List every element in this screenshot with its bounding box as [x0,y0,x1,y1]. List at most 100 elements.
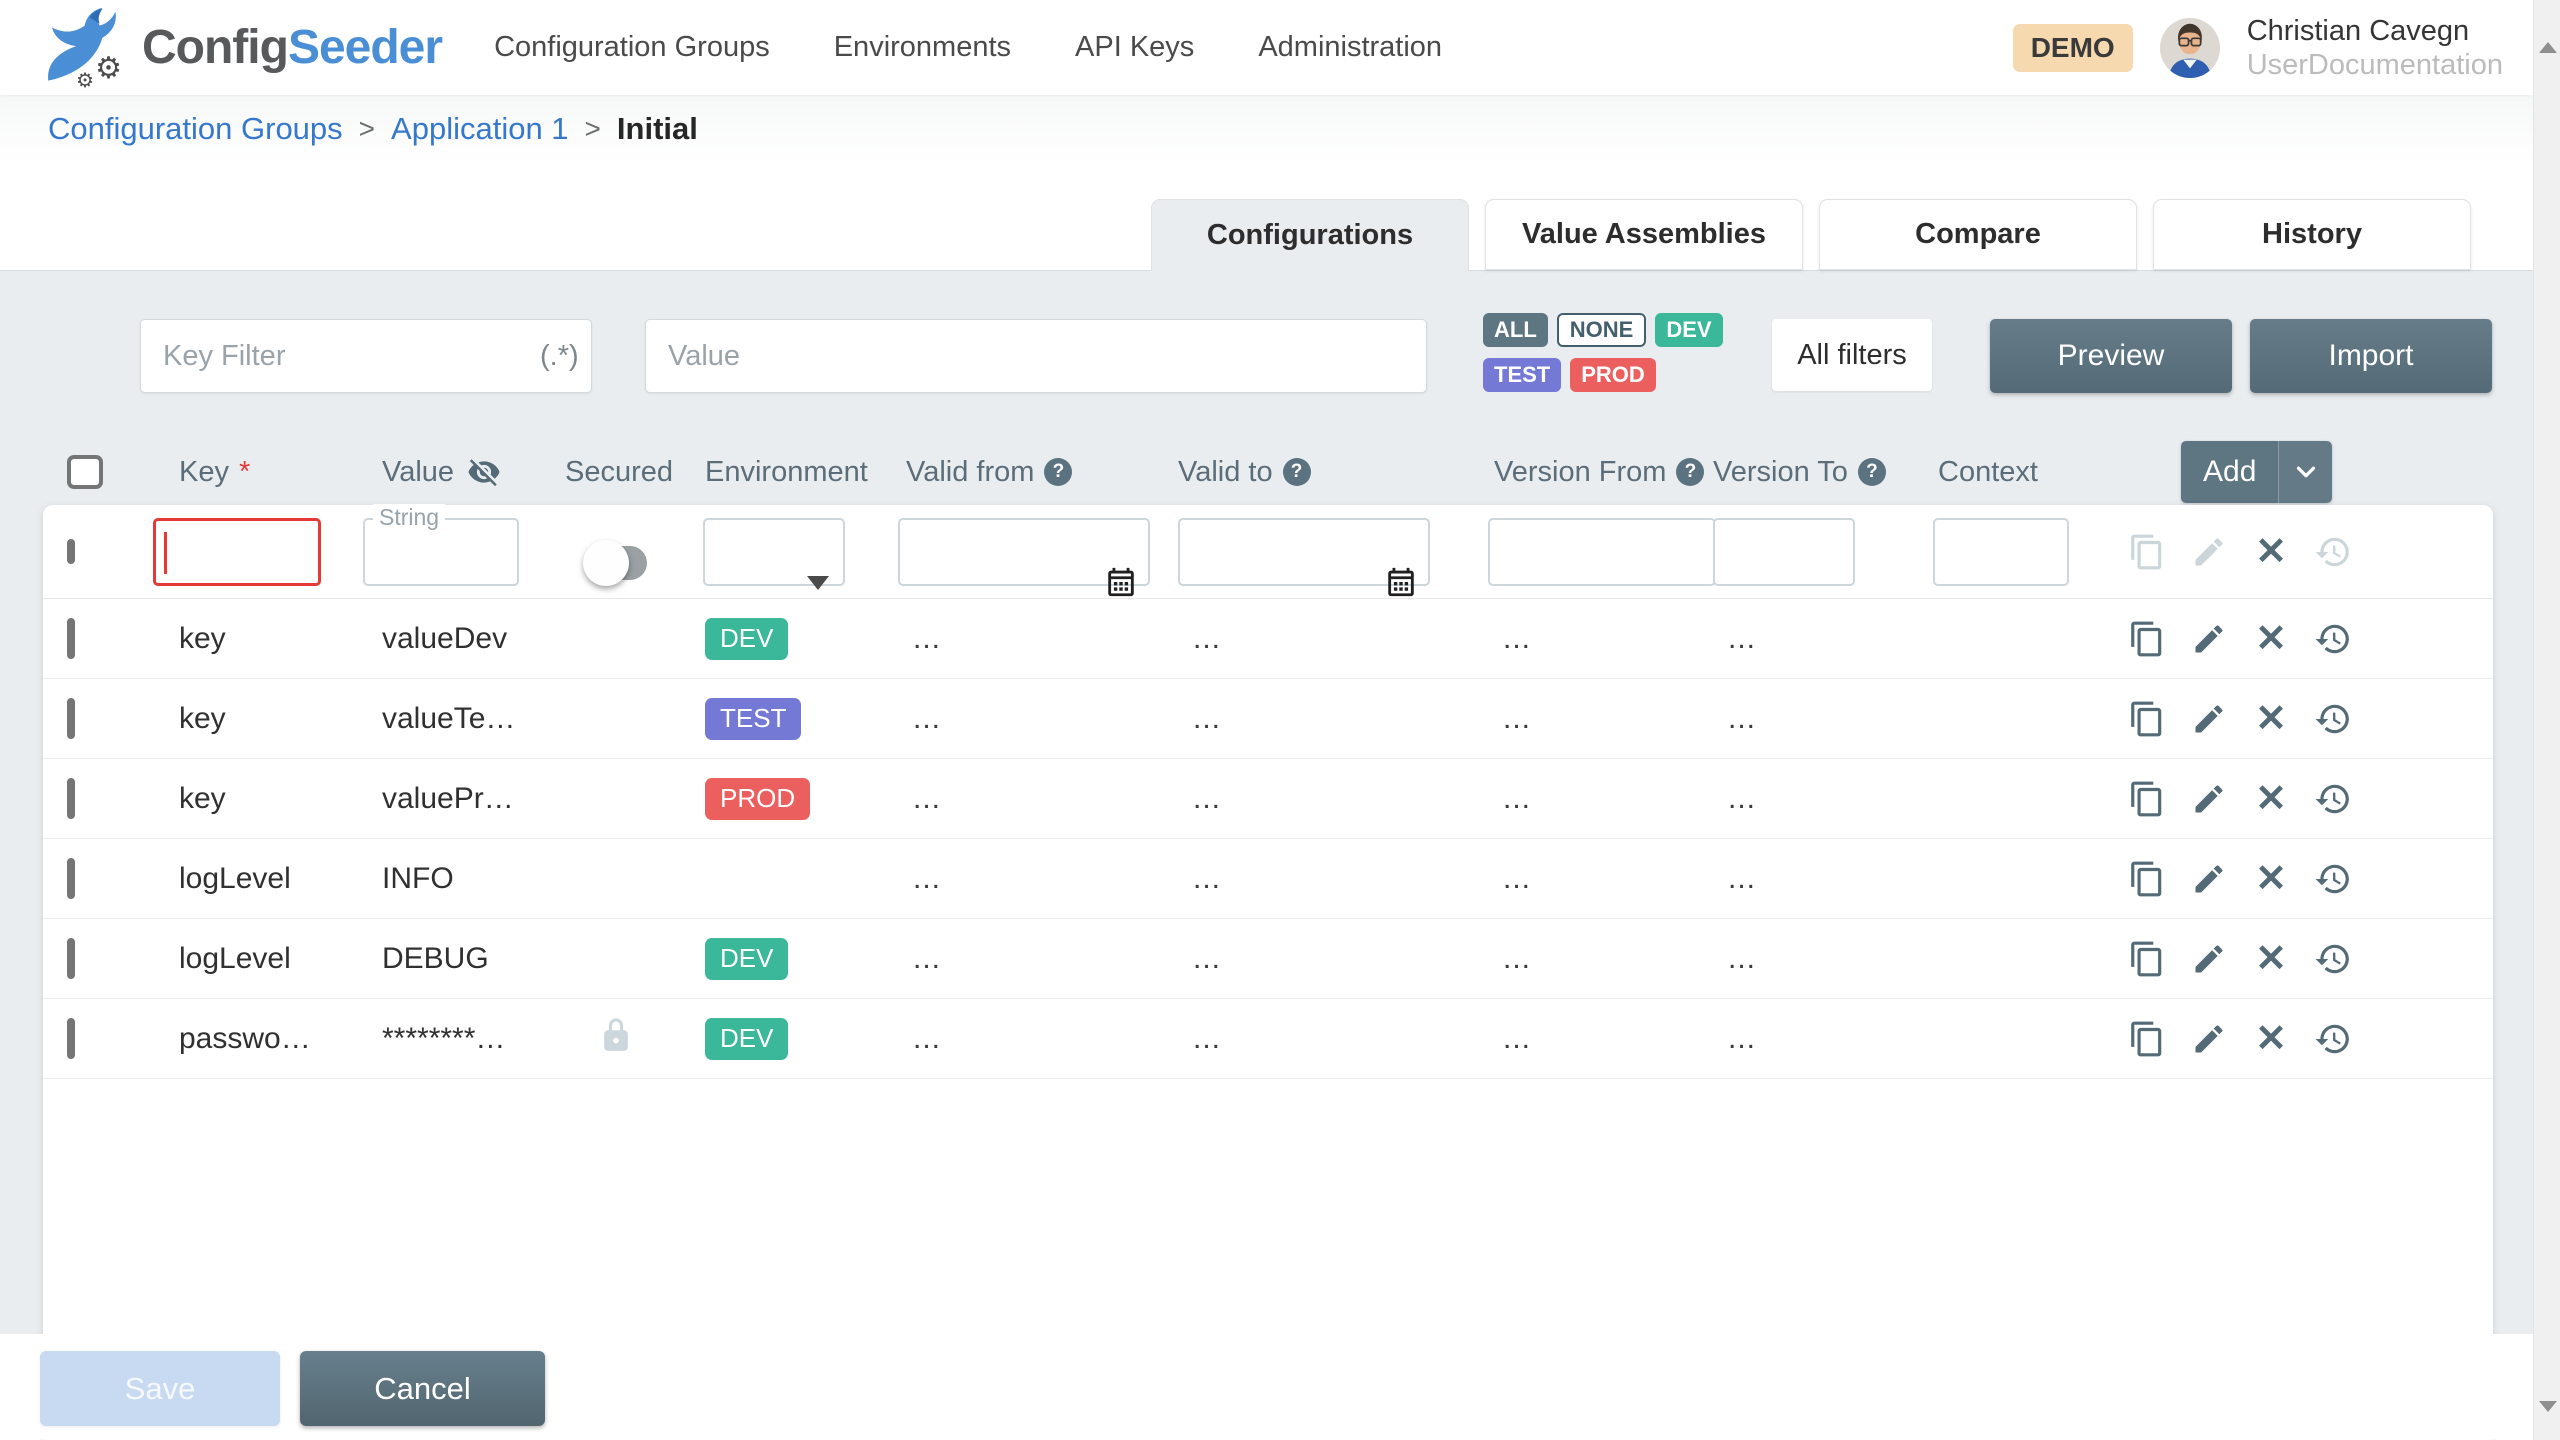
key-input[interactable] [153,518,321,586]
tab-configurations[interactable]: Configurations [1151,199,1469,271]
environment-select[interactable] [703,548,845,565]
help-icon[interactable]: ? [1044,458,1072,486]
row-key: logLevel [153,942,363,976]
import-button[interactable]: Import [2250,319,2492,393]
demo-badge: DEMO [2013,24,2133,72]
version-from-input[interactable] [1488,518,1716,586]
user-menu[interactable]: Christian Cavegn UserDocumentation [2247,14,2503,82]
delete-icon[interactable]: ✕ [2251,779,2291,819]
help-icon[interactable]: ? [1283,458,1311,486]
copy-icon[interactable] [2127,619,2167,659]
environment-filter-button[interactable]: TEST [1483,358,1561,392]
row-checkbox[interactable] [67,698,75,739]
breadcrumb-link[interactable]: Configuration Groups [48,111,343,147]
edit-icon[interactable] [2189,939,2229,979]
context-input[interactable] [1933,518,2069,586]
delete-icon[interactable]: ✕ [2251,939,2291,979]
gear-icon: ⚙ [95,51,122,86]
eye-slash-icon[interactable] [464,452,504,492]
select-all-checkbox[interactable] [67,455,103,489]
delete-icon[interactable]: ✕ [2251,1019,2291,1059]
copy-icon[interactable] [2127,779,2167,819]
delete-icon[interactable]: ✕ [2251,699,2291,739]
tab-history[interactable]: History [2153,199,2471,270]
tab-value-assemblies[interactable]: Value Assemblies [1485,199,1803,270]
scrollbar-up-icon[interactable] [2539,42,2557,53]
row-checkbox[interactable] [67,539,75,564]
value-filter-input[interactable] [668,340,1404,373]
edit-icon[interactable] [2189,779,2229,819]
table-row: key valueTe… TEST ... ... ... ... ✕ [43,679,2493,759]
copy-icon[interactable] [2127,939,2167,979]
value-filter-field[interactable] [645,319,1427,393]
key-filter-input[interactable] [163,340,540,373]
environment-filter-button[interactable]: ALL [1483,313,1548,347]
logo[interactable]: ⚙ ⚙ ConfigSeeder [32,6,442,90]
edit-icon[interactable] [2189,699,2229,739]
tab-compare[interactable]: Compare [1819,199,2137,270]
preview-button[interactable]: Preview [1990,319,2232,393]
row-valid-from: ... [898,862,1178,896]
page-scrollbar[interactable] [2533,0,2560,1440]
environment-badge: DEV [705,1018,788,1060]
row-valid-from: ... [898,1022,1178,1056]
calendar-icon[interactable] [1104,565,1138,604]
scrollbar-down-icon[interactable] [2539,1401,2557,1412]
tab-strip: ConfigurationsValue AssembliesCompareHis… [0,199,2533,271]
avatar[interactable] [2159,17,2221,79]
history-icon[interactable] [2313,699,2353,739]
row-checkbox[interactable] [67,1018,75,1059]
edit-icon[interactable] [2189,1019,2229,1059]
user-name: Christian Cavegn [2247,14,2503,48]
row-version-to: ... [1713,622,1923,656]
save-button[interactable]: Save [40,1351,280,1426]
delete-icon[interactable]: ✕ [2251,619,2291,659]
row-valid-to: ... [1178,622,1488,656]
row-valid-to: ... [1178,782,1488,816]
edit-icon[interactable] [2189,859,2229,899]
valid-to-field[interactable] [1178,548,1430,565]
breadcrumb-link[interactable]: Application 1 [391,111,569,147]
key-filter-field[interactable]: (.*) [140,319,592,393]
valid-from-field[interactable] [898,548,1150,565]
history-icon[interactable] [2313,779,2353,819]
environment-filter-button[interactable]: DEV [1655,313,1722,347]
nav-item[interactable]: Environments [834,31,1011,64]
row-valid-from: ... [898,702,1178,736]
nav-item[interactable]: API Keys [1075,31,1194,64]
row-checkbox[interactable] [67,778,75,819]
copy-icon[interactable] [2127,1019,2167,1059]
column-key: Key* [153,456,363,489]
chevron-down-icon[interactable] [2278,441,2332,503]
delete-icon[interactable]: ✕ [2251,532,2291,572]
nav-item[interactable]: Administration [1258,31,1442,64]
row-checkbox[interactable] [67,938,75,979]
history-icon[interactable] [2313,859,2353,899]
cancel-button[interactable]: Cancel [300,1351,545,1426]
edit-icon[interactable] [2189,619,2229,659]
row-checkbox[interactable] [67,858,75,899]
row-key: key [153,782,363,816]
edit-icon [2189,532,2229,572]
environment-badge: DEV [705,938,788,980]
copy-icon[interactable] [2127,859,2167,899]
history-icon[interactable] [2313,619,2353,659]
help-icon[interactable]: ? [1858,458,1886,486]
lock-icon [597,1016,635,1054]
history-icon[interactable] [2313,939,2353,979]
version-to-input[interactable] [1713,518,1855,586]
help-icon[interactable]: ? [1676,458,1704,486]
delete-icon[interactable]: ✕ [2251,859,2291,899]
nav-item[interactable]: Configuration Groups [494,31,770,64]
environment-filter-button[interactable]: PROD [1570,358,1656,392]
row-checkbox[interactable] [67,618,75,659]
history-icon[interactable] [2313,1019,2353,1059]
copy-icon[interactable] [2127,699,2167,739]
table-header: Key* Value Secured Environment Valid fro… [43,439,2493,505]
all-filters-button[interactable]: All filters [1772,319,1932,391]
calendar-icon[interactable] [1384,565,1418,604]
row-valid-to: ... [1178,862,1488,896]
table-row: key valuePr… PROD ... ... ... ... ✕ [43,759,2493,839]
add-button[interactable]: Add [2181,441,2332,503]
environment-filter-button[interactable]: NONE [1557,313,1647,347]
